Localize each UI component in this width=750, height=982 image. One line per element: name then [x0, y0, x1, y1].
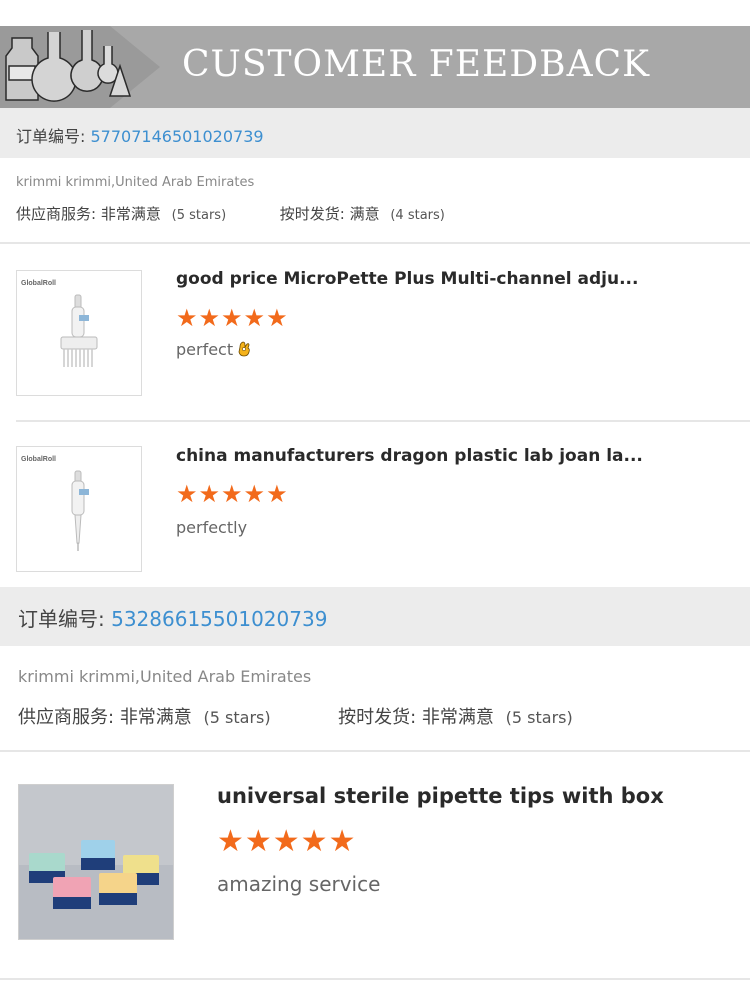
order-header: 订单编号: 53286615501020739	[0, 587, 750, 646]
review-comment: perfectly	[176, 518, 248, 537]
order-info: krimmi krimmi,United Arab Emirates 供应商服务…	[0, 158, 750, 242]
review-item: GlobalRoll good price MicroPette Plus Mu…	[0, 244, 750, 420]
review-comment: amazing service	[217, 872, 381, 896]
lab-glassware-icon	[0, 26, 175, 108]
delivery-stars: (4 stars)	[390, 208, 445, 223]
buyer-name: krimmi krimmi,United Arab Emirates	[16, 175, 255, 190]
buyer-name: krimmi krimmi,United Arab Emirates	[18, 667, 312, 686]
order-ratings: 供应商服务: 非常满意 (5 stars) 按时发货: 非常满意 (5 star…	[18, 703, 573, 729]
star-rating: ★★★★★	[217, 824, 357, 859]
product-thumbnail[interactable]	[18, 784, 174, 940]
supplier-service-value: 非常满意	[100, 205, 161, 223]
supplier-service-stars: (5 stars)	[203, 708, 271, 727]
multichannel-pipette-image	[60, 294, 98, 367]
banner-title: CUSTOMER FEEDBACK	[182, 44, 651, 85]
order-number-label: 订单编号:	[18, 607, 105, 631]
delivery-stars: (5 stars)	[505, 708, 573, 727]
delivery-label: 按时发货:	[279, 205, 345, 223]
delivery-value: 非常满意	[421, 707, 494, 728]
review-item: universal sterile pipette tips with box …	[0, 752, 750, 978]
single-channel-pipette-image	[71, 470, 89, 551]
review-comment-text: perfect	[176, 340, 234, 359]
ok-hand-icon	[238, 341, 250, 357]
supplier-service-value: 非常满意	[119, 707, 192, 728]
order-number-link[interactable]: 53286615501020739	[111, 607, 327, 631]
product-thumbnail[interactable]: GlobalRoll	[16, 270, 142, 396]
product-title-link[interactable]: china manufacturers dragon plastic lab j…	[176, 446, 643, 466]
review-item: GlobalRoll china manufacturers dragon pl…	[0, 422, 750, 586]
feedback-banner: CUSTOMER FEEDBACK	[0, 26, 750, 108]
star-rating: ★★★★★	[176, 304, 289, 332]
star-rating: ★★★★★	[176, 480, 289, 508]
delivery-label: 按时发货:	[338, 707, 417, 728]
product-title-link[interactable]: universal sterile pipette tips with box	[217, 784, 664, 808]
delivery-value: 满意	[349, 205, 380, 223]
order-number-label: 订单编号:	[16, 127, 86, 146]
supplier-service-label: 供应商服务:	[16, 205, 97, 223]
pipette-tip-boxes-image	[19, 785, 173, 939]
order-info: krimmi krimmi,United Arab Emirates 供应商服务…	[0, 646, 750, 750]
product-title-link[interactable]: good price MicroPette Plus Multi-channel…	[176, 269, 638, 289]
review-comment: perfect	[176, 340, 251, 359]
product-thumbnail[interactable]: GlobalRoll	[16, 446, 142, 572]
supplier-service-label: 供应商服务:	[18, 707, 115, 728]
supplier-service-stars: (5 stars)	[171, 208, 227, 223]
divider	[0, 978, 750, 980]
order-header: 订单编号: 57707146501020739	[0, 108, 750, 158]
order-ratings: 供应商服务: 非常满意 (5 stars) 按时发货: 满意 (4 stars)	[16, 203, 445, 224]
order-number-link[interactable]: 57707146501020739	[91, 127, 264, 146]
